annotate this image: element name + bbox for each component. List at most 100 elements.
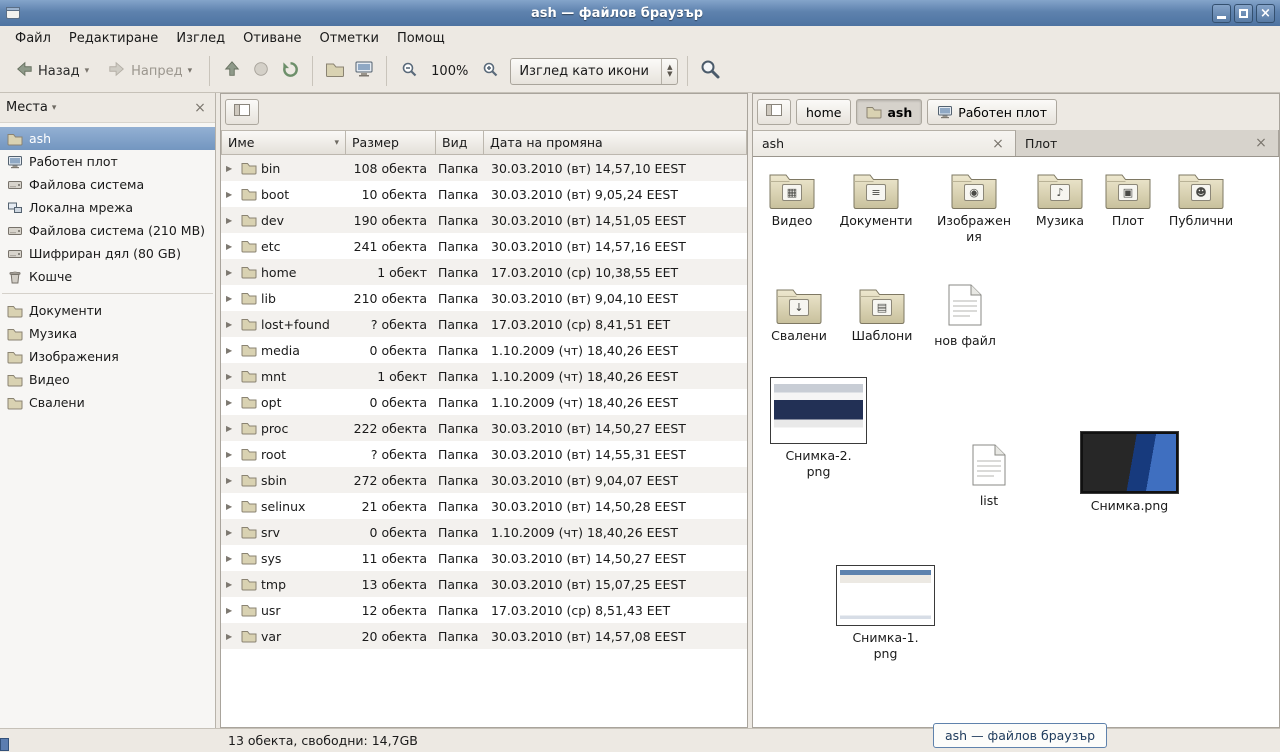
table-row[interactable]: ▶bin108 обектаПапка30.03.2010 (вт) 14,57… <box>221 155 747 181</box>
menu-view[interactable]: Изглед <box>167 28 234 49</box>
tab-plot[interactable]: Плот× <box>1016 130 1279 156</box>
column-type[interactable]: Вид <box>436 130 484 155</box>
thumb-snimka-2[interactable]: Снимка-2. png <box>769 377 868 479</box>
menu-file[interactable]: Файл <box>6 28 60 49</box>
icon-view[interactable]: ▦Видео≡Документи◉Изображен ия♪Музика▣Пло… <box>753 157 1279 727</box>
place-trash[interactable]: Кошче <box>0 265 215 288</box>
expander-icon[interactable]: ▶ <box>226 424 237 433</box>
expander-icon[interactable]: ▶ <box>226 164 237 173</box>
close-button[interactable]: × <box>1256 4 1275 23</box>
table-row[interactable]: ▶boot10 обектаПапка30.03.2010 (вт) 9,05,… <box>221 181 747 207</box>
table-row[interactable]: ▶srv0 обектаПапка1.10.2009 (чт) 18,40,26… <box>221 519 747 545</box>
table-row[interactable]: ▶lib210 обектаПапка30.03.2010 (вт) 9,04,… <box>221 285 747 311</box>
icon-public[interactable]: ☻Публични <box>1155 171 1247 229</box>
expander-icon[interactable]: ▶ <box>226 242 237 251</box>
table-row[interactable]: ▶root? обектаПапка30.03.2010 (вт) 14,55,… <box>221 441 747 467</box>
place-desktop[interactable]: Работен плот <box>0 150 215 173</box>
table-row[interactable]: ▶media0 обектаПапка1.10.2009 (чт) 18,40,… <box>221 337 747 363</box>
tab-close-icon[interactable]: × <box>1253 135 1269 151</box>
expander-icon[interactable]: ▶ <box>226 216 237 225</box>
up-button[interactable] <box>219 58 245 84</box>
table-row[interactable]: ▶usr12 обектаПапка17.03.2010 (ср) 8,51,4… <box>221 597 747 623</box>
place-local-network[interactable]: Локална мрежа <box>0 196 215 219</box>
column-date[interactable]: Дата на промяна <box>484 130 747 155</box>
table-row[interactable]: ▶mnt1 обектПапка1.10.2009 (чт) 18,40,26 … <box>221 363 747 389</box>
expander-icon[interactable]: ▶ <box>226 190 237 199</box>
zoom-out-button[interactable] <box>396 58 422 84</box>
expander-icon[interactable]: ▶ <box>226 502 237 511</box>
reload-button[interactable] <box>277 58 303 84</box>
back-button[interactable]: Назад ▾ <box>7 55 97 88</box>
icon-pictures[interactable]: ◉Изображен ия <box>928 171 1020 244</box>
table-row[interactable]: ▶tmp13 обектаПапка30.03.2010 (вт) 15,07,… <box>221 571 747 597</box>
sidebar-title[interactable]: Места <box>6 100 48 115</box>
table-row[interactable]: ▶etc241 обектаПапка30.03.2010 (вт) 14,57… <box>221 233 747 259</box>
spinner-arrows-icon[interactable]: ▲▼ <box>661 59 677 84</box>
place-encrypted-80gb[interactable]: Шифриран дял (80 GB) <box>0 242 215 265</box>
icon-documents[interactable]: ≡Документи <box>830 171 922 229</box>
place-home-ash[interactable]: ash <box>0 127 215 150</box>
icon-templates[interactable]: ▤Шаблони <box>836 286 928 344</box>
expander-icon[interactable]: ▶ <box>226 528 237 537</box>
table-row[interactable]: ▶dev190 обектаПапка30.03.2010 (вт) 14,51… <box>221 207 747 233</box>
table-row[interactable]: ▶lost+found? обектаПапка17.03.2010 (ср) … <box>221 311 747 337</box>
column-size[interactable]: Размер <box>346 130 436 155</box>
maximize-button[interactable] <box>1234 4 1253 23</box>
taskbar-window-button[interactable]: ash — файлов браузър <box>933 723 1107 748</box>
expander-icon[interactable]: ▶ <box>226 554 237 563</box>
menu-edit[interactable]: Редактиране <box>60 28 167 49</box>
expander-icon[interactable]: ▶ <box>226 294 237 303</box>
tab-ash[interactable]: ash× <box>753 130 1016 156</box>
expander-icon[interactable]: ▶ <box>226 580 237 589</box>
table-row[interactable]: ▶home1 обектПапка17.03.2010 (ср) 10,38,5… <box>221 259 747 285</box>
view-mode-select[interactable]: Изглед като икони ▲▼ <box>510 58 678 85</box>
icon-downloads[interactable]: ↓Свалени <box>753 286 845 344</box>
table-row[interactable]: ▶selinux21 обектаПапка30.03.2010 (вт) 14… <box>221 493 747 519</box>
icon-videos[interactable]: ▦Видео <box>753 171 838 229</box>
menu-go[interactable]: Отиване <box>234 28 310 49</box>
pane-toggle-button[interactable] <box>225 99 259 125</box>
home-button[interactable] <box>322 58 348 84</box>
table-row[interactable]: ▶opt0 обектаПапка1.10.2009 (чт) 18,40,26… <box>221 389 747 415</box>
table-row[interactable]: ▶var20 обектаПапка30.03.2010 (вт) 14,57,… <box>221 623 747 649</box>
expander-icon[interactable]: ▶ <box>226 320 237 329</box>
place-documents[interactable]: Документи <box>0 299 215 322</box>
chevron-down-icon[interactable]: ▾ <box>52 103 57 113</box>
sidebar-close-icon[interactable]: × <box>191 100 209 116</box>
expander-icon[interactable]: ▶ <box>226 372 237 381</box>
table-row[interactable]: ▶sbin272 обектаПапка30.03.2010 (вт) 9,04… <box>221 467 747 493</box>
expander-icon[interactable]: ▶ <box>226 606 237 615</box>
place-videos[interactable]: Видео <box>0 368 215 391</box>
computer-button[interactable] <box>351 58 377 84</box>
search-button[interactable] <box>697 58 723 84</box>
table-row[interactable]: ▶sys11 обектаПапка30.03.2010 (вт) 14,50,… <box>221 545 747 571</box>
place-pictures[interactable]: Изображения <box>0 345 215 368</box>
icon-new-file[interactable]: нов файл <box>919 283 1011 349</box>
place-filesystem[interactable]: Файлова система <box>0 173 215 196</box>
expander-icon[interactable]: ▶ <box>226 268 237 277</box>
place-filesystem-210mb[interactable]: Файлова система (210 MB) <box>0 219 215 242</box>
expander-icon[interactable]: ▶ <box>226 398 237 407</box>
stop-button[interactable] <box>248 58 274 84</box>
menu-bookmarks[interactable]: Отметки <box>310 28 387 49</box>
forward-button[interactable]: Напред ▾ <box>100 55 200 88</box>
minimize-button[interactable] <box>1212 4 1231 23</box>
thumb-snimka-1[interactable]: Снимка-1. png <box>835 565 936 661</box>
column-name[interactable]: Име▾ <box>221 130 346 155</box>
path-desktop[interactable]: Работен плот <box>927 99 1057 125</box>
expander-icon[interactable]: ▶ <box>226 476 237 485</box>
location-toggle-button[interactable] <box>757 99 791 125</box>
menu-help[interactable]: Помощ <box>388 28 454 49</box>
path-home[interactable]: home <box>796 99 851 125</box>
path-ash[interactable]: ash <box>856 99 922 125</box>
place-downloads[interactable]: Свалени <box>0 391 215 414</box>
expander-icon[interactable]: ▶ <box>226 632 237 641</box>
expander-icon[interactable]: ▶ <box>226 346 237 355</box>
table-row[interactable]: ▶proc222 обектаПапка30.03.2010 (вт) 14,5… <box>221 415 747 441</box>
tab-close-icon[interactable]: × <box>990 136 1006 152</box>
place-music[interactable]: Музика <box>0 322 215 345</box>
thumb-snimka[interactable]: Снимка.png <box>1079 431 1180 514</box>
zoom-in-button[interactable] <box>477 58 503 84</box>
icon-list-file[interactable]: list <box>943 443 1035 509</box>
expander-icon[interactable]: ▶ <box>226 450 237 459</box>
